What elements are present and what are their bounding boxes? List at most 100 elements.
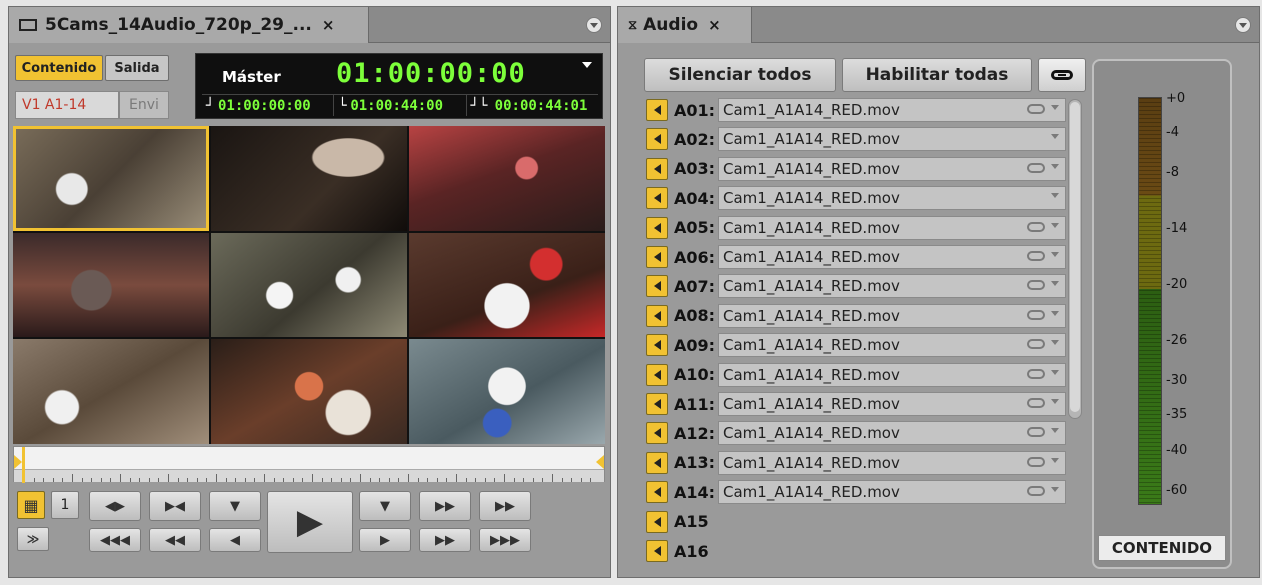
go-in-button[interactable]: ▶◀ bbox=[149, 491, 201, 521]
timeline-tick bbox=[513, 478, 515, 482]
track-list-scrollbar[interactable] bbox=[1068, 99, 1082, 419]
speaker-icon[interactable] bbox=[646, 216, 668, 239]
step-back-2-button[interactable]: ◀◀ bbox=[149, 528, 201, 552]
timeline-tick bbox=[436, 478, 438, 482]
speaker-icon[interactable] bbox=[646, 304, 668, 327]
timecode-dropdown-icon[interactable] bbox=[582, 62, 592, 68]
track-source-select[interactable]: Cam1_A1A14_RED.mov bbox=[718, 480, 1066, 505]
link-icon bbox=[1051, 70, 1073, 80]
mark-in-marker[interactable] bbox=[14, 455, 22, 469]
timeline-tick bbox=[494, 478, 496, 482]
audio-track-row: A05: Cam1_A1A14_RED.mov bbox=[646, 215, 1066, 241]
track-id: A04: bbox=[674, 188, 716, 208]
record-button[interactable]: Salida bbox=[105, 55, 169, 81]
link-button[interactable] bbox=[1038, 58, 1086, 92]
mute-all-button[interactable]: Silenciar todos bbox=[644, 58, 836, 92]
mark-in-button[interactable]: ▼ bbox=[209, 491, 261, 521]
camera-angle-4[interactable] bbox=[13, 232, 209, 338]
speaker-icon[interactable] bbox=[646, 334, 668, 357]
timeline-tick bbox=[139, 478, 141, 482]
close-tab-icon[interactable]: × bbox=[708, 16, 721, 34]
camera-angle-3[interactable] bbox=[409, 126, 605, 231]
camera-angle-6[interactable] bbox=[409, 232, 605, 338]
track-id: A11: bbox=[674, 394, 716, 414]
mark-out-button[interactable]: ▼ bbox=[359, 491, 411, 521]
track-source-select[interactable]: Cam1_A1A14_RED.mov bbox=[718, 215, 1066, 240]
timeline-tick bbox=[465, 478, 467, 482]
go-out-button[interactable]: ▶▶ bbox=[419, 491, 471, 521]
camera-angle-8[interactable] bbox=[211, 339, 407, 444]
step-back-1-button[interactable]: ◀ bbox=[209, 528, 261, 552]
track-source-select[interactable]: Cam1_A1A14_RED.mov bbox=[718, 450, 1066, 475]
track-source-select[interactable]: Cam1_A1A14_RED.mov bbox=[718, 98, 1066, 122]
mark-out-marker[interactable] bbox=[596, 455, 604, 469]
prev-edit-button[interactable]: ◀▶ bbox=[89, 491, 141, 521]
next-edit-button[interactable]: ▶▶ bbox=[479, 491, 531, 521]
grid-view-icon[interactable]: ▦ bbox=[17, 491, 45, 519]
timeline-tick bbox=[321, 478, 323, 482]
playhead[interactable] bbox=[22, 447, 25, 483]
speaker-icon[interactable] bbox=[646, 393, 668, 415]
meter-tick-label: -60 bbox=[1166, 483, 1188, 498]
source-button[interactable]: Contenido bbox=[15, 55, 103, 81]
track-source-select[interactable]: Cam1_A1A14_RED.mov bbox=[718, 245, 1066, 269]
track-source-select[interactable]: Cam1_A1A14_RED.mov bbox=[718, 303, 1066, 328]
timeline-tick bbox=[187, 478, 189, 482]
meter-tick-label: -35 bbox=[1166, 407, 1188, 422]
step-fwd-10-button[interactable]: ▶▶▶ bbox=[479, 528, 531, 552]
track-source-select[interactable]: Cam1_A1A14_RED.mov bbox=[718, 392, 1066, 416]
track-id: A06: bbox=[674, 247, 716, 267]
speaker-icon[interactable] bbox=[646, 510, 668, 533]
track-source-label: Cam1_A1A14_RED.mov bbox=[723, 218, 900, 237]
track-source-select[interactable]: Cam1_A1A14_RED.mov bbox=[718, 156, 1066, 181]
speaker-icon[interactable] bbox=[646, 481, 668, 504]
scrollbar-thumb[interactable] bbox=[1070, 102, 1080, 412]
track-source-label: Cam1_A1A14_RED.mov bbox=[723, 189, 900, 208]
position-bar[interactable] bbox=[13, 446, 605, 483]
speaker-icon[interactable] bbox=[646, 157, 668, 180]
speaker-icon[interactable] bbox=[646, 540, 668, 562]
step-back-10-button[interactable]: ◀◀◀ bbox=[89, 528, 141, 552]
tab-audio[interactable]: ⧖ Audio × bbox=[618, 7, 752, 43]
audio-track-row: A12: Cam1_A1A14_RED.mov bbox=[646, 420, 1066, 446]
chevron-down-icon bbox=[1051, 487, 1059, 493]
duration-value: 00:00:44:01 bbox=[494, 97, 588, 114]
close-tab-icon[interactable]: × bbox=[322, 16, 335, 34]
camera-angle-1[interactable] bbox=[13, 126, 209, 231]
timeline-tick bbox=[456, 474, 457, 482]
speaker-icon[interactable] bbox=[646, 246, 668, 268]
track-source-select[interactable]: Cam1_A1A14_RED.mov bbox=[718, 186, 1066, 211]
timeline-tick bbox=[552, 474, 553, 482]
track-source-select[interactable]: Cam1_A1A14_RED.mov bbox=[718, 421, 1066, 446]
step-fwd-1-button[interactable]: ▶ bbox=[359, 528, 411, 552]
timecode-display[interactable]: Máster 01:00:00:00 ┘ 01:00:00:00 └ 01:00:4… bbox=[195, 53, 603, 119]
speaker-icon[interactable] bbox=[646, 128, 668, 151]
camera-angle-9[interactable] bbox=[409, 339, 605, 444]
track-source-select[interactable]: Cam1_A1A14_RED.mov bbox=[718, 274, 1066, 299]
panel-menu-icon[interactable] bbox=[1235, 17, 1251, 33]
speaker-icon[interactable] bbox=[646, 275, 668, 298]
track-source-select[interactable]: Cam1_A1A14_RED.mov bbox=[718, 127, 1066, 152]
track-selector[interactable]: V1 A1-14 bbox=[15, 91, 119, 119]
speaker-icon[interactable] bbox=[646, 451, 668, 474]
speaker-icon[interactable] bbox=[646, 99, 668, 121]
mark-out-value: 01:00:44:00 bbox=[350, 97, 444, 114]
timeline-tick bbox=[52, 478, 54, 482]
audio-wave-button[interactable]: ≫ bbox=[17, 527, 49, 551]
single-view-button[interactable]: 1 bbox=[51, 491, 79, 519]
play-button[interactable]: ▶ bbox=[267, 491, 353, 553]
camera-angle-7[interactable] bbox=[13, 339, 209, 444]
step-fwd-2-button[interactable]: ▶▶ bbox=[419, 528, 471, 552]
camera-angle-2[interactable] bbox=[211, 126, 407, 231]
camera-angle-5[interactable] bbox=[211, 232, 407, 338]
enable-all-button[interactable]: Habilitar todas bbox=[842, 58, 1032, 92]
track-source-select[interactable]: Cam1_A1A14_RED.mov bbox=[718, 362, 1066, 387]
speaker-icon[interactable] bbox=[646, 422, 668, 445]
audio-track-row: A01: Cam1_A1A14_RED.mov bbox=[646, 97, 1066, 123]
speaker-icon[interactable] bbox=[646, 363, 668, 386]
send-button[interactable]: Envi bbox=[119, 91, 169, 119]
track-source-select[interactable]: Cam1_A1A14_RED.mov bbox=[718, 333, 1066, 358]
panel-menu-icon[interactable] bbox=[586, 17, 602, 33]
tab-sequence[interactable]: 5Cams_14Audio_720p_29_... × bbox=[9, 7, 369, 43]
speaker-icon[interactable] bbox=[646, 187, 668, 210]
